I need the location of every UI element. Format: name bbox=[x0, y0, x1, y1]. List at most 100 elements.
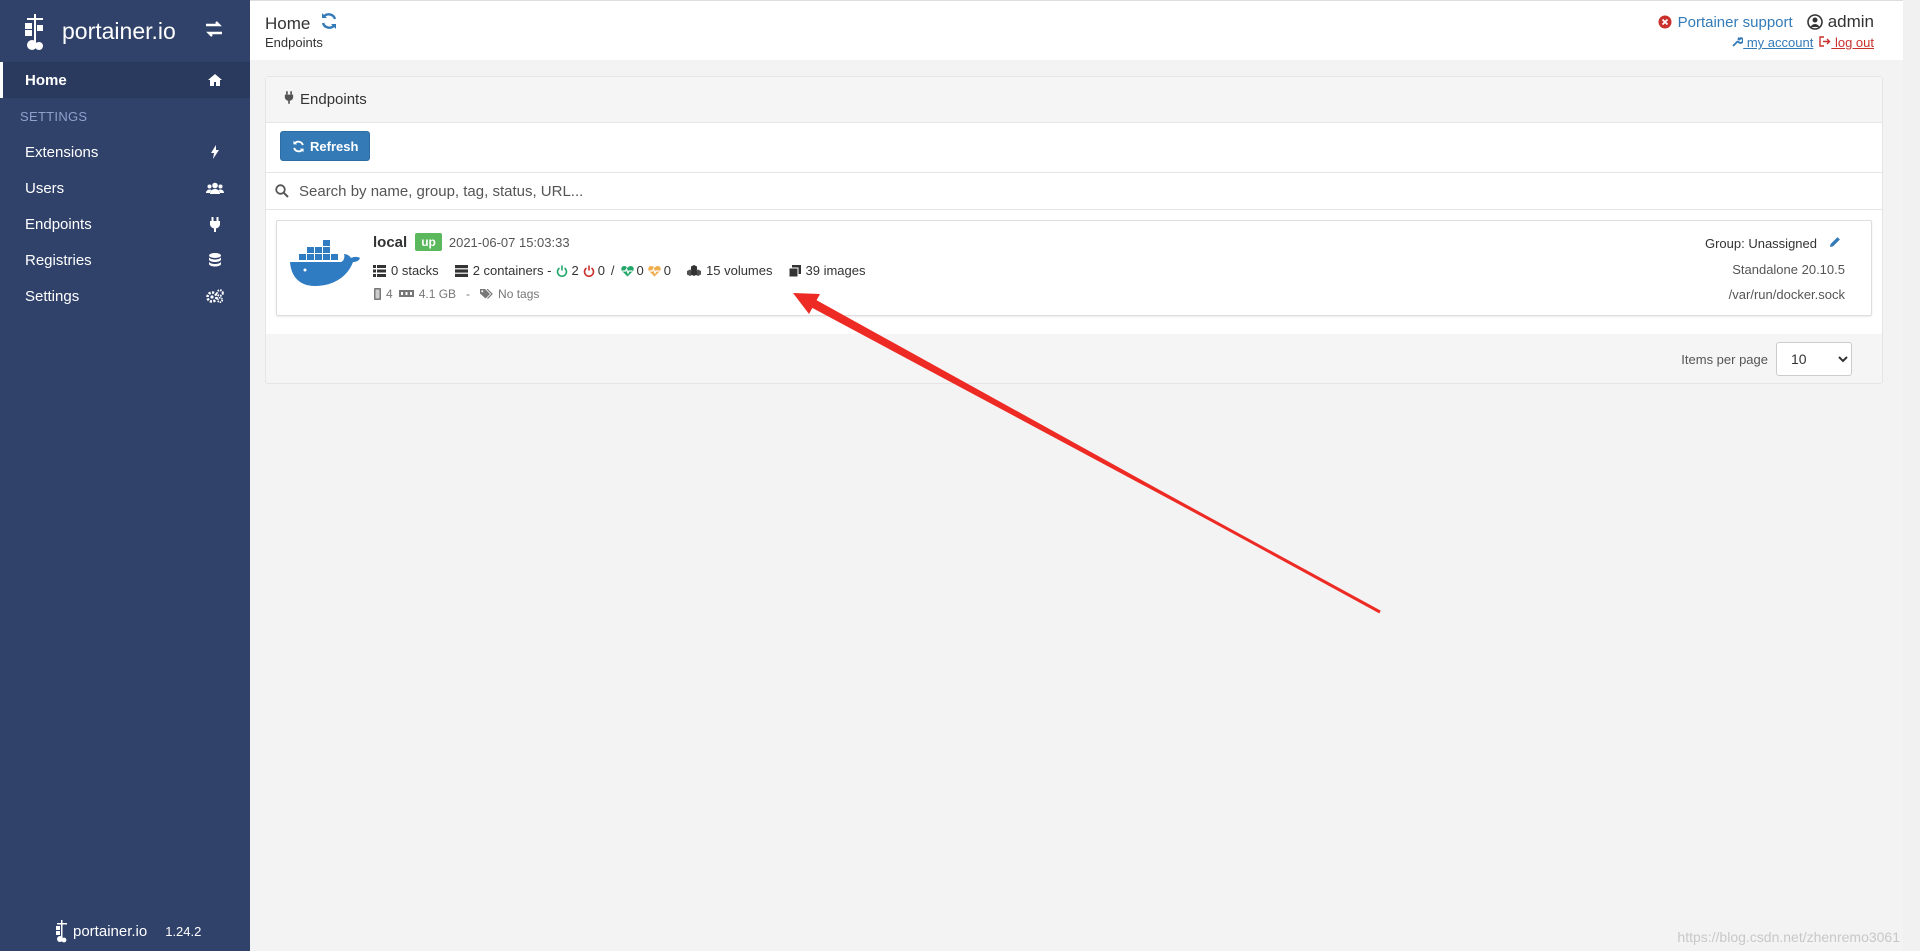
endpoint-name: local bbox=[373, 233, 408, 251]
pencil-icon[interactable] bbox=[1829, 236, 1841, 251]
page-scrollbar[interactable] bbox=[1903, 0, 1920, 951]
stacks-icon bbox=[373, 264, 386, 277]
memory-size: 4.1 GB bbox=[418, 287, 457, 301]
portainer-logo-icon bbox=[25, 14, 43, 50]
sidebar-item-label: Extensions bbox=[25, 143, 99, 161]
support-label: Portainer support bbox=[1677, 13, 1793, 31]
my-account-label: my account bbox=[1746, 35, 1814, 50]
portainer-logo-icon bbox=[56, 920, 67, 943]
endpoint-item-local[interactable]: local up 2021-06-07 15:03:33 0 stacks 2 … bbox=[276, 220, 1872, 316]
logout-label: log out bbox=[1834, 35, 1874, 50]
cpu-count: 4 bbox=[386, 287, 393, 301]
username: admin bbox=[1827, 12, 1874, 31]
endpoints-widget: Endpoints Refresh Search by name, group,… bbox=[265, 76, 1883, 384]
docker-logo-icon bbox=[289, 238, 361, 297]
items-per-page-label: Items per page bbox=[1681, 351, 1768, 367]
clone-icon bbox=[788, 264, 801, 277]
plug-icon bbox=[206, 215, 224, 233]
breadcrumb: Endpoints bbox=[265, 35, 323, 50]
sidebar-item-label: Endpoints bbox=[25, 215, 92, 233]
tags-label: No tags bbox=[498, 287, 540, 301]
status-badge: up bbox=[415, 233, 442, 251]
widget-header: Endpoints bbox=[266, 77, 1882, 122]
cogs-icon bbox=[206, 287, 224, 305]
sidebar-section-settings: SETTINGS bbox=[20, 108, 88, 124]
support-icon bbox=[1658, 15, 1672, 29]
refresh-icon[interactable] bbox=[320, 12, 338, 35]
stacks-count: 0 stacks bbox=[391, 263, 439, 278]
sidebar: portainer.io Home SETTINGS Extensions Us… bbox=[0, 0, 250, 951]
search-icon bbox=[275, 184, 289, 198]
widget-actions: Refresh bbox=[266, 122, 1882, 172]
sidebar-header: portainer.io bbox=[0, 0, 250, 62]
search-bar bbox=[266, 172, 1882, 210]
sidebar-item-label: Settings bbox=[25, 287, 80, 305]
portainer-logo[interactable]: portainer.io bbox=[22, 11, 176, 51]
endpoint-list: local up 2021-06-07 15:03:33 0 stacks 2 … bbox=[266, 210, 1882, 334]
refresh-button[interactable]: Refresh bbox=[280, 131, 371, 161]
database-icon bbox=[206, 251, 224, 269]
plug-icon bbox=[284, 91, 294, 108]
sidebar-item-home[interactable]: Home bbox=[0, 62, 250, 98]
endpoint-stats-row: 0 stacks 2 containers - 2 0 / 0 0 15 vol… bbox=[373, 263, 865, 278]
heartbeat-warning-icon bbox=[648, 265, 661, 277]
sidebar-footer: portainer.io 1.24.2 bbox=[55, 919, 201, 943]
pagination-footer: Items per page 10 bbox=[266, 334, 1882, 384]
user-info: admin bbox=[1806, 12, 1874, 32]
endpoint-date: 2021-06-07 15:03:33 bbox=[448, 234, 570, 250]
widget-title: Endpoints bbox=[300, 91, 367, 108]
home-icon bbox=[206, 71, 224, 89]
search-input[interactable] bbox=[299, 182, 899, 200]
sidebar-item-label: Home bbox=[25, 71, 67, 89]
sidebar-item-label: Registries bbox=[25, 251, 92, 269]
items-per-page-select[interactable]: 10 bbox=[1776, 342, 1852, 376]
endpoint-resources-row: 4 4.1 GB - No tags bbox=[373, 287, 539, 301]
heartbeat-icon bbox=[620, 265, 634, 277]
header-right: Portainer support admin bbox=[1658, 12, 1874, 32]
volumes-count: 15 volumes bbox=[706, 263, 773, 278]
sidebar-item-settings[interactable]: Settings bbox=[0, 278, 250, 314]
containers-count: 2 containers - bbox=[472, 263, 552, 278]
power-on-icon bbox=[556, 265, 568, 277]
brand-text: portainer.io bbox=[62, 17, 176, 44]
page-title: Home bbox=[265, 12, 338, 35]
logout-link[interactable]: log out bbox=[1819, 35, 1874, 50]
endpoint-group: Group: Unassigned bbox=[1705, 236, 1841, 251]
version-label: 1.24.2 bbox=[165, 923, 202, 939]
sidebar-item-users[interactable]: Users bbox=[0, 170, 250, 206]
portainer-support-link[interactable]: Portainer support bbox=[1658, 14, 1793, 31]
bolt-icon bbox=[206, 143, 224, 161]
refresh-icon bbox=[293, 140, 304, 152]
cpu-icon bbox=[373, 288, 382, 300]
cubes-icon bbox=[687, 264, 702, 277]
user-circle-icon bbox=[1806, 14, 1823, 30]
server-icon bbox=[454, 264, 468, 277]
power-off-icon bbox=[583, 265, 595, 277]
refresh-label: Refresh bbox=[310, 138, 359, 154]
memory-icon bbox=[398, 289, 414, 299]
sign-out-icon bbox=[1819, 36, 1831, 47]
sidebar-toggle-icon[interactable] bbox=[204, 20, 224, 44]
wrench-icon bbox=[1732, 37, 1745, 47]
dash-separator: - bbox=[466, 287, 471, 301]
sidebar-item-registries[interactable]: Registries bbox=[0, 242, 250, 278]
sidebar-item-extensions[interactable]: Extensions bbox=[0, 134, 250, 170]
separator: / bbox=[610, 263, 615, 278]
running-count: 2 bbox=[571, 263, 579, 278]
my-account-link[interactable]: my account bbox=[1732, 35, 1813, 50]
stopped-count: 0 bbox=[597, 263, 605, 278]
unhealthy-count: 0 bbox=[663, 263, 672, 278]
healthy-count: 0 bbox=[636, 263, 644, 278]
users-icon bbox=[206, 179, 224, 197]
sidebar-item-label: Users bbox=[25, 179, 65, 197]
group-label: Group: Unassigned bbox=[1704, 236, 1817, 251]
watermark: https://blog.csdn.net/zhenremo3061 bbox=[1677, 929, 1900, 945]
endpoint-version: Standalone 20.10.5 bbox=[1732, 262, 1845, 277]
endpoint-url: /var/run/docker.sock bbox=[1728, 287, 1845, 302]
page-title-text: Home bbox=[265, 13, 311, 33]
images-count: 39 images bbox=[805, 263, 866, 278]
footer-brand: portainer.io bbox=[73, 922, 148, 940]
sidebar-item-endpoints[interactable]: Endpoints bbox=[0, 206, 250, 242]
tags-icon bbox=[480, 288, 494, 300]
endpoint-title-row: local up 2021-06-07 15:03:33 bbox=[373, 233, 570, 251]
